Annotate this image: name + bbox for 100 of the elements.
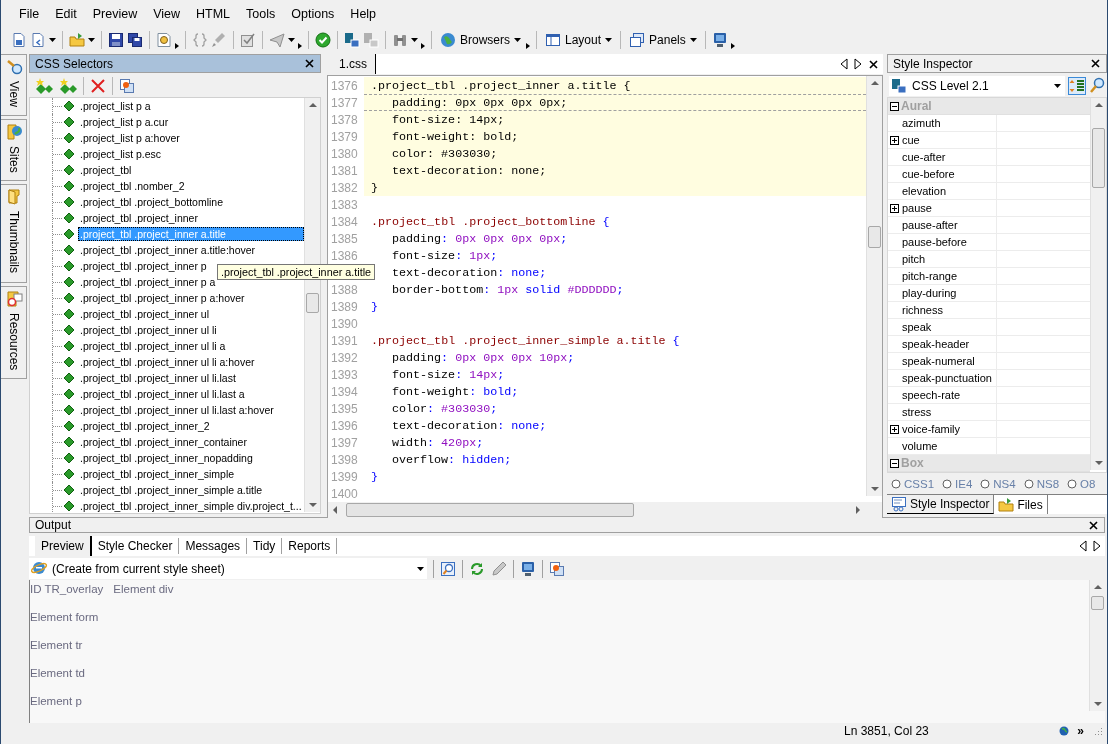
- previous-icon[interactable]: [840, 58, 848, 70]
- tree-item[interactable]: .project_list p.esc: [78, 147, 164, 161]
- dropdown[interactable]: CSS Level 2.1: [889, 76, 1065, 96]
- new-document-icon[interactable]: [11, 31, 27, 48]
- output-tab[interactable]: Preview: [35, 536, 92, 556]
- caret-icon[interactable]: [411, 37, 418, 42]
- menu-item[interactable]: Edit: [47, 6, 85, 21]
- next-icon[interactable]: [854, 58, 862, 70]
- radio-option[interactable]: CSS1: [891, 478, 935, 490]
- menu-item[interactable]: Options: [283, 6, 343, 21]
- output-tab[interactable]: Reports: [282, 538, 338, 554]
- expand-icon[interactable]: [890, 135, 899, 145]
- close-icon[interactable]: [868, 58, 879, 70]
- output-tab[interactable]: Messages: [179, 538, 248, 554]
- copy-icon[interactable]: [119, 78, 135, 94]
- menu-item[interactable]: Help: [342, 6, 385, 21]
- tree-item[interactable]: .project_list p a: [78, 99, 153, 113]
- side-tab[interactable]: Resources: [1, 285, 27, 379]
- tree-item[interactable]: .project_tbl .project_inner ul li.last a:hover: [78, 403, 276, 417]
- previous-icon[interactable]: [1079, 540, 1087, 552]
- dropdown[interactable]: (Create from current style sheet): [29, 558, 427, 579]
- new-document-icon[interactable]: [30, 31, 46, 48]
- menu-item[interactable]: HTML: [188, 6, 239, 21]
- monitor-icon[interactable]: [711, 31, 728, 48]
- radio-option[interactable]: O8: [1067, 478, 1096, 490]
- tree-item[interactable]: .project_tbl .project_inner p: [78, 259, 209, 273]
- tree-item[interactable]: .project_tbl .project_inner p a:hover: [78, 291, 247, 305]
- tree-item[interactable]: .project_tbl .project_inner_simple: [78, 467, 237, 481]
- tree-item[interactable]: .project_tbl .project_inner_simple a.title: [78, 483, 265, 497]
- caret-icon[interactable]: [288, 37, 295, 42]
- tree-item[interactable]: .project_tbl .project_inner p a: [78, 275, 218, 289]
- side-tab[interactable]: View: [1, 54, 27, 116]
- tree-item[interactable]: .project_tbl .project_inner ul li.last: [78, 371, 238, 385]
- menu-item[interactable]: Tools: [238, 6, 284, 21]
- expand-icon[interactable]: [890, 203, 899, 213]
- tree-item[interactable]: .project_tbl: [78, 163, 134, 177]
- toolbar-button[interactable]: Browsers: [438, 28, 523, 51]
- monitor-icon[interactable]: [520, 560, 536, 577]
- overflow-arrow-icon[interactable]: [175, 43, 179, 49]
- tree-item[interactable]: .project_tbl .project_inner ul: [78, 307, 211, 321]
- refresh-icon[interactable]: [469, 560, 485, 577]
- side-tab[interactable]: Sites: [1, 118, 27, 182]
- menu-item[interactable]: File: [11, 6, 48, 21]
- scrollbar[interactable]: [866, 76, 882, 496]
- radio-option[interactable]: IE4: [942, 478, 973, 490]
- checklist-icon[interactable]: [240, 31, 256, 48]
- add-selector-icon[interactable]: [59, 77, 77, 95]
- tree-item[interactable]: .project_tbl .project_inner ul li.last a: [78, 387, 247, 401]
- close-icon[interactable]: [304, 58, 315, 69]
- search-icon[interactable]: [1089, 77, 1107, 95]
- menu-item[interactable]: Preview: [84, 6, 146, 21]
- next-icon[interactable]: [1093, 540, 1101, 552]
- tree-item[interactable]: .project_tbl .project_inner ul li a:hover: [78, 355, 257, 369]
- pencil-icon[interactable]: [491, 560, 507, 577]
- collapse-icon[interactable]: [890, 101, 899, 111]
- tree-item[interactable]: .project_tbl .project_inner ul li a: [78, 339, 228, 353]
- menu-item[interactable]: View: [145, 6, 189, 21]
- tree-item[interactable]: .project_tbl .project_inner: [78, 211, 200, 225]
- copy-icon[interactable]: [549, 560, 565, 577]
- save-all-icon[interactable]: [127, 31, 143, 48]
- tree-item[interactable]: .project_tbl .project_inner a.title:hover: [78, 243, 258, 257]
- panel-tab[interactable]: Style Inspector: [887, 495, 995, 514]
- close-icon[interactable]: [1088, 519, 1099, 531]
- overflow-arrow-icon[interactable]: [526, 43, 530, 49]
- more-button[interactable]: »: [1077, 723, 1084, 738]
- expand-icon[interactable]: [890, 424, 899, 434]
- tree-item[interactable]: .project_tbl .project_bottomline: [78, 195, 225, 209]
- toolbar-button[interactable]: Layout: [543, 28, 615, 51]
- editor-tab[interactable]: 1.css: [327, 54, 376, 74]
- close-icon[interactable]: [1090, 58, 1101, 69]
- tree-item[interactable]: .project_list p a.cur: [78, 115, 171, 129]
- tree-item[interactable]: .project_tbl .project_inner_container: [78, 435, 249, 449]
- scrollbar[interactable]: [328, 502, 882, 518]
- caret-icon[interactable]: [49, 37, 56, 42]
- tree-item[interactable]: .project_list p a:hover: [78, 131, 182, 145]
- zoom-document-icon[interactable]: [440, 560, 456, 577]
- overflow-arrow-icon[interactable]: [298, 43, 302, 49]
- caret-icon[interactable]: [88, 37, 95, 42]
- overflow-arrow-icon[interactable]: [421, 43, 425, 49]
- preview-icon[interactable]: [156, 31, 172, 48]
- scrollbar[interactable]: [1089, 580, 1105, 711]
- toolbar-button[interactable]: Panels: [627, 28, 699, 51]
- collapse-icon[interactable]: [890, 458, 899, 468]
- radio-option[interactable]: NS4: [980, 478, 1016, 490]
- scrollbar[interactable]: [1090, 98, 1106, 470]
- tree-item[interactable]: .project_tbl .project_inner_2: [78, 419, 212, 433]
- tree-item[interactable]: .project_tbl .project_inner ul li: [78, 323, 219, 337]
- delete-icon[interactable]: [90, 78, 106, 94]
- output-tab[interactable]: Style Checker: [91, 538, 180, 554]
- sort-icon[interactable]: [1068, 77, 1086, 95]
- add-selector-icon[interactable]: [35, 77, 53, 95]
- side-tab[interactable]: Thumbnails: [1, 184, 27, 283]
- tree-item[interactable]: .project_tbl .project_inner_nopadding: [78, 451, 255, 465]
- check-icon[interactable]: [315, 31, 331, 48]
- overflow-arrow-icon[interactable]: [730, 43, 735, 49]
- radio-option[interactable]: NS8: [1023, 478, 1060, 490]
- output-tab[interactable]: Tidy: [247, 538, 283, 554]
- tree-item[interactable]: .project_tbl .nomber_2: [78, 179, 187, 193]
- tree-item[interactable]: .project_tbl .project_inner_simple div.project_t...: [78, 499, 304, 513]
- save-icon[interactable]: [108, 31, 124, 48]
